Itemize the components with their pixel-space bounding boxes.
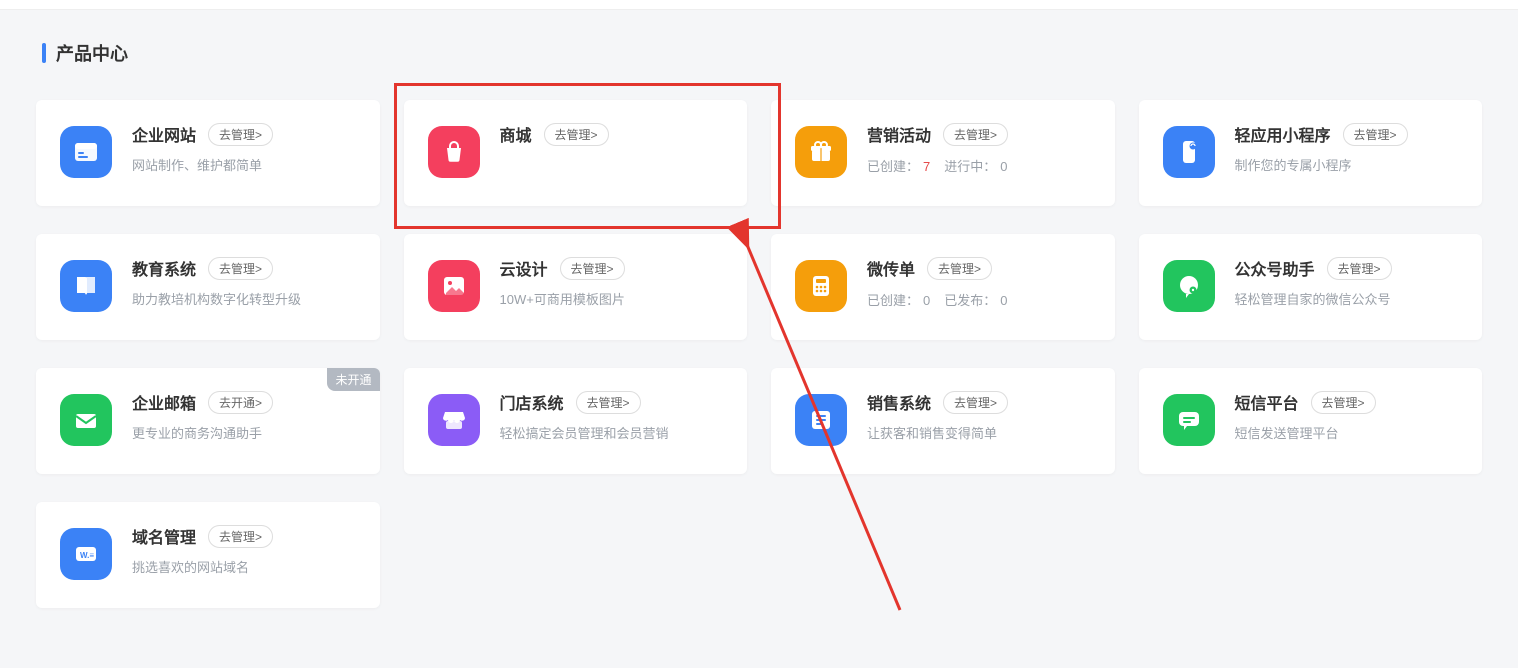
card-desc: 让获客和销售变得简单	[867, 424, 1091, 444]
card-desc: 轻松搞定会员管理和会员营销	[500, 424, 724, 444]
card-content: 销售系统去管理> 让获客和销售变得简单	[867, 390, 1091, 444]
card-desc: 轻松管理自家的微信公众号	[1235, 290, 1459, 310]
stat-running-value: 0	[1000, 293, 1007, 308]
storefront-icon	[428, 394, 480, 446]
sms-icon	[1163, 394, 1215, 446]
section-title-text: 产品中心	[56, 40, 128, 66]
card-content: 轻应用小程序去管理> 制作您的专属小程序	[1235, 122, 1459, 176]
card-miniapp[interactable]: 轻应用小程序去管理> 制作您的专属小程序	[1139, 100, 1483, 206]
stat-running-value: 0	[1000, 159, 1007, 174]
card-sms[interactable]: 短信平台去管理> 短信发送管理平台	[1139, 368, 1483, 474]
card-marketing[interactable]: 营销活动去管理> 已创建： 7 进行中： 0	[771, 100, 1115, 206]
manage-button[interactable]: 去管理>	[208, 123, 273, 146]
manage-button[interactable]: 去管理>	[208, 525, 273, 548]
card-desc: 网站制作、维护都简单	[132, 156, 356, 176]
section-title: 产品中心	[42, 40, 1482, 66]
manage-button[interactable]: 去管理>	[1343, 123, 1408, 146]
manage-button[interactable]: 去管理>	[927, 257, 992, 280]
card-title: 短信平台	[1235, 390, 1299, 414]
card-sales[interactable]: 销售系统去管理> 让获客和销售变得简单	[771, 368, 1115, 474]
stat-running-label: 已发布：	[944, 293, 996, 308]
card-flyer[interactable]: 微传单去管理> 已创建： 0 已发布： 0	[771, 234, 1115, 340]
manage-button[interactable]: 去管理>	[208, 257, 273, 280]
stat-created-value: 0	[923, 293, 930, 308]
page: 产品中心 企业网站去管理>网站制作、维护都简单商城去管理>营销活动去管理>已创建…	[0, 10, 1518, 668]
manage-button[interactable]: 去管理>	[544, 123, 609, 146]
calc-icon	[795, 260, 847, 312]
mail-icon	[60, 394, 112, 446]
card-title: 微传单	[867, 256, 915, 280]
stat-created-value: 7	[923, 159, 930, 174]
card-title: 公众号助手	[1235, 256, 1315, 280]
card-title: 企业网站	[132, 122, 196, 146]
card-title: 商城	[500, 122, 532, 146]
card-content: 门店系统去管理> 轻松搞定会员管理和会员营销	[500, 390, 724, 444]
card-desc: 10W+可商用模板图片	[500, 290, 724, 310]
card-desc: 制作您的专属小程序	[1235, 156, 1459, 176]
badge-inactive: 未开通	[327, 368, 379, 391]
card-content: 商城去管理>	[500, 122, 724, 156]
domain-icon	[60, 528, 112, 580]
card-title: 企业邮箱	[132, 390, 196, 414]
card-site[interactable]: 企业网站去管理> 网站制作、维护都简单	[36, 100, 380, 206]
manage-button[interactable]: 去管理>	[576, 391, 641, 414]
stat-created-label: 已创建：	[867, 293, 919, 308]
card-mail[interactable]: 未开通企业邮箱去开通> 更专业的商务沟通助手	[36, 368, 380, 474]
book-icon	[60, 260, 112, 312]
top-strip	[0, 0, 1518, 10]
card-title: 营销活动	[867, 122, 931, 146]
manage-button[interactable]: 去管理>	[943, 391, 1008, 414]
card-desc: 短信发送管理平台	[1235, 424, 1459, 444]
card-content: 营销活动去管理> 已创建： 7 进行中： 0	[867, 122, 1091, 175]
stat-running-label: 进行中：	[944, 159, 996, 174]
stat-created-label: 已创建：	[867, 159, 919, 174]
card-content: 微传单去管理> 已创建： 0 已发布： 0	[867, 256, 1091, 309]
card-desc: 更专业的商务沟通助手	[132, 424, 356, 444]
card-stats: 已创建： 7 进行中： 0	[867, 156, 1091, 175]
activate-button[interactable]: 去开通>	[208, 391, 273, 414]
card-content: 域名管理去管理> 挑选喜欢的网站域名	[132, 524, 356, 578]
card-edu[interactable]: 教育系统去管理> 助力教培机构数字化转型升级	[36, 234, 380, 340]
card-title: 云设计	[500, 256, 548, 280]
card-title: 轻应用小程序	[1235, 122, 1331, 146]
manage-button[interactable]: 去管理>	[560, 257, 625, 280]
card-content: 教育系统去管理> 助力教培机构数字化转型升级	[132, 256, 356, 310]
card-title: 教育系统	[132, 256, 196, 280]
card-domain[interactable]: 域名管理去管理> 挑选喜欢的网站域名	[36, 502, 380, 608]
card-shop[interactable]: 商城去管理>	[404, 100, 748, 206]
card-title: 销售系统	[867, 390, 931, 414]
card-desc: 助力教培机构数字化转型升级	[132, 290, 356, 310]
chatgear-icon	[1163, 260, 1215, 312]
card-content: 公众号助手去管理> 轻松管理自家的微信公众号	[1235, 256, 1459, 310]
card-stats: 已创建： 0 已发布： 0	[867, 290, 1091, 309]
card-content: 短信平台去管理> 短信发送管理平台	[1235, 390, 1459, 444]
card-design[interactable]: 云设计去管理> 10W+可商用模板图片	[404, 234, 748, 340]
product-grid: 企业网站去管理>网站制作、维护都简单商城去管理>营销活动去管理>已创建：7进行中…	[36, 100, 1482, 608]
card-content: 云设计去管理> 10W+可商用模板图片	[500, 256, 724, 310]
image-icon	[428, 260, 480, 312]
bag-icon	[428, 126, 480, 178]
card-desc: 挑选喜欢的网站域名	[132, 558, 356, 578]
list-icon	[795, 394, 847, 446]
card-wechat[interactable]: 公众号助手去管理> 轻松管理自家的微信公众号	[1139, 234, 1483, 340]
card-title: 域名管理	[132, 524, 196, 548]
card-title: 门店系统	[500, 390, 564, 414]
phone-icon	[1163, 126, 1215, 178]
manage-button[interactable]: 去管理>	[1327, 257, 1392, 280]
gift-icon	[795, 126, 847, 178]
card-store[interactable]: 门店系统去管理> 轻松搞定会员管理和会员营销	[404, 368, 748, 474]
manage-button[interactable]: 去管理>	[1311, 391, 1376, 414]
card-content: 企业网站去管理> 网站制作、维护都简单	[132, 122, 356, 176]
card-content: 企业邮箱去开通> 更专业的商务沟通助手	[132, 390, 356, 444]
manage-button[interactable]: 去管理>	[943, 123, 1008, 146]
browser-icon	[60, 126, 112, 178]
